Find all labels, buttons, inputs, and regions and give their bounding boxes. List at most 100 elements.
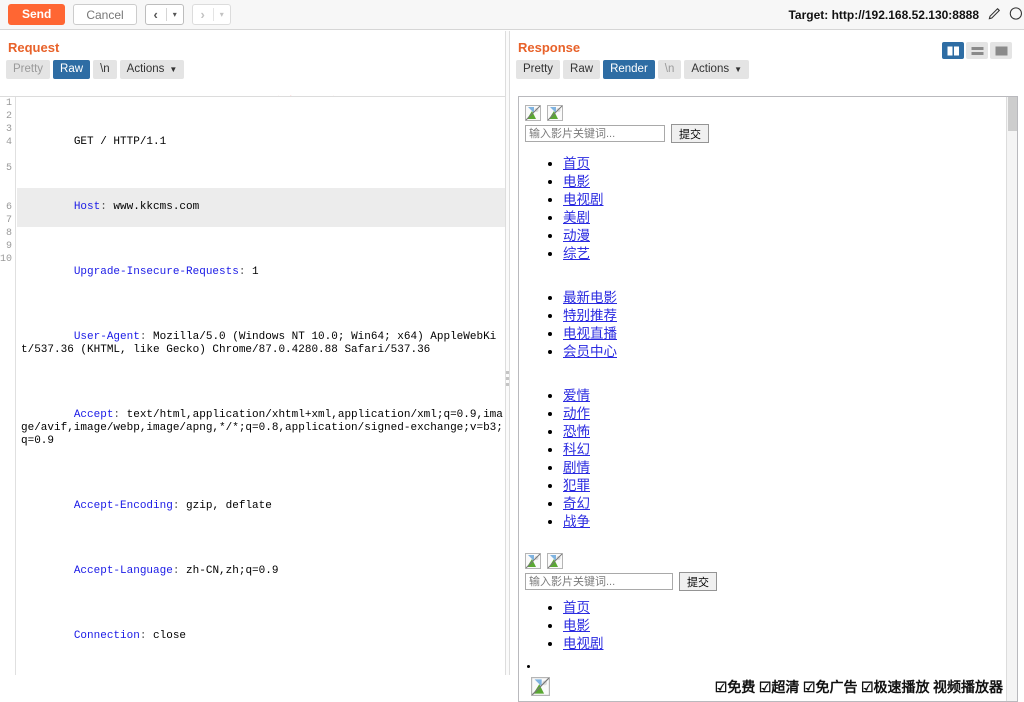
tab-response-newline[interactable]: \n bbox=[657, 60, 682, 79]
header-colon: : bbox=[100, 201, 114, 213]
nav-link[interactable]: 最新电影 bbox=[563, 290, 617, 305]
nav-link[interactable]: 电视剧 bbox=[563, 636, 604, 651]
header-value: www.kkcms.com bbox=[113, 201, 200, 213]
cancel-button[interactable]: Cancel bbox=[73, 4, 137, 25]
search-form: 提交 bbox=[525, 124, 1008, 143]
nav-link[interactable]: 电影 bbox=[563, 174, 590, 189]
nav-link[interactable]: 首页 bbox=[563, 156, 590, 171]
nav-link[interactable]: 爱情 bbox=[563, 388, 590, 403]
tab-request-newline[interactable]: \n bbox=[93, 60, 117, 79]
render-scrollbar[interactable] bbox=[1006, 97, 1017, 701]
line-number: 6 bbox=[5, 202, 12, 213]
rendered-page-content: 提交 首页 电影 电视剧 美剧 动漫 综艺 最新电影 特别推荐 电视直播 会员中… bbox=[519, 97, 1008, 701]
request-line: Accept: text/html,application/xhtml+xml,… bbox=[17, 396, 505, 461]
search-submit-button[interactable]: 提交 bbox=[671, 124, 709, 143]
list-item: 科幻 bbox=[563, 441, 1008, 459]
top-toolbar: Send Cancel ‹ ▾ › ▾ Target: http://192.1… bbox=[0, 0, 1024, 30]
broken-image-icon bbox=[525, 105, 541, 122]
primary-nav-list: 首页 电影 电视剧 美剧 动漫 综艺 bbox=[525, 155, 1008, 263]
list-item: 美剧 bbox=[563, 209, 1008, 227]
nav-link[interactable]: 动漫 bbox=[563, 228, 590, 243]
pencil-icon[interactable] bbox=[987, 6, 1002, 24]
line-number: 2 bbox=[5, 111, 12, 122]
nav-link[interactable]: 电视直播 bbox=[563, 326, 617, 341]
search-input[interactable] bbox=[525, 125, 665, 142]
single-pane-layout-button[interactable] bbox=[990, 42, 1012, 59]
request-raw-text[interactable]: GET / HTTP/1.1 Host: www.kkcms.com Upgra… bbox=[17, 97, 505, 675]
chevron-down-icon: ▼ bbox=[169, 64, 178, 74]
line-number: 4 bbox=[5, 137, 12, 148]
nav-link[interactable]: 奇幻 bbox=[563, 496, 590, 511]
nav-link[interactable]: 电影 bbox=[563, 618, 590, 633]
nav-link[interactable]: 犯罪 bbox=[563, 478, 590, 493]
tab-response-render[interactable]: Render bbox=[603, 60, 655, 79]
previous-request-button[interactable]: ‹ ▾ bbox=[144, 4, 184, 25]
list-item: 犯罪 bbox=[563, 477, 1008, 495]
line-number-spacer bbox=[0, 188, 15, 201]
tab-request-pretty[interactable]: Pretty bbox=[6, 60, 51, 79]
request-line: Upgrade-Insecure-Requests: 1 bbox=[17, 253, 505, 292]
header-name: Connection bbox=[73, 630, 140, 642]
request-body-editor[interactable]: 1 2 3 4 5 6 7 8 9 10 GET / HTTP/1.1 Host… bbox=[0, 96, 505, 675]
nav-link[interactable]: 恐怖 bbox=[563, 424, 590, 439]
tab-response-pretty[interactable]: Pretty bbox=[516, 60, 561, 79]
send-button[interactable]: Send bbox=[8, 4, 66, 25]
line-number-spacer bbox=[0, 149, 15, 162]
list-item bbox=[539, 661, 1008, 671]
broken-image-icon bbox=[525, 553, 541, 570]
chevron-right-icon: › bbox=[200, 7, 205, 22]
list-item: 电视剧 bbox=[563, 635, 1008, 653]
request-start-line: GET / HTTP/1.1 bbox=[73, 136, 167, 148]
header-name: Host bbox=[73, 201, 101, 213]
nav-link[interactable]: 特别推荐 bbox=[563, 308, 617, 323]
line-number: 7 bbox=[5, 215, 12, 226]
nav-link[interactable]: 电视剧 bbox=[563, 192, 604, 207]
list-item: 战争 bbox=[563, 513, 1008, 531]
line-number-gutter: 1 2 3 4 5 6 7 8 9 10 bbox=[0, 97, 16, 675]
nav-link[interactable]: 综艺 bbox=[563, 246, 590, 261]
nav-link[interactable]: 剧情 bbox=[563, 460, 590, 475]
header-colon: : bbox=[172, 565, 187, 577]
header-value: 1 bbox=[252, 266, 259, 278]
nav-link[interactable]: 动作 bbox=[563, 406, 590, 421]
help-circle-icon[interactable] bbox=[1008, 6, 1023, 24]
broken-image-icon bbox=[547, 105, 564, 122]
nav-link[interactable]: 会员中心 bbox=[563, 344, 617, 359]
tab-request-raw[interactable]: Raw bbox=[53, 60, 91, 79]
list-item: 电影 bbox=[563, 617, 1008, 635]
split-vertical-layout-button[interactable] bbox=[942, 42, 964, 59]
split-horizontal-layout-button[interactable] bbox=[966, 42, 988, 59]
next-request-button[interactable]: › ▾ bbox=[191, 4, 231, 25]
header-colon: : bbox=[139, 630, 154, 642]
empty-bullet-list bbox=[525, 661, 1008, 671]
chevron-down-icon[interactable]: ▾ bbox=[167, 5, 183, 24]
search-submit-button-secondary[interactable]: 提交 bbox=[679, 572, 717, 591]
chevron-down-icon[interactable]: ▾ bbox=[214, 5, 230, 24]
primary-nav-list-repeat: 首页 电影 电视剧 bbox=[525, 599, 1008, 653]
header-colon: : bbox=[113, 409, 127, 421]
list-item: 奇幻 bbox=[563, 495, 1008, 513]
nav-link[interactable]: 战争 bbox=[563, 514, 590, 529]
render-scrollbar-thumb[interactable] bbox=[1008, 97, 1017, 131]
list-item: 动漫 bbox=[563, 227, 1008, 245]
header-name: User-Agent bbox=[73, 331, 140, 343]
list-item: 会员中心 bbox=[563, 343, 1008, 361]
response-panel: Response Pretty Raw Render \n Actions ▼ bbox=[510, 31, 1024, 702]
tab-response-raw[interactable]: Raw bbox=[563, 60, 601, 79]
list-item: 动作 bbox=[563, 405, 1008, 423]
splitter-grip-icon[interactable] bbox=[506, 371, 509, 389]
request-panel-title: Request bbox=[8, 40, 60, 55]
request-line: Accept-Encoding: gzip, deflate bbox=[17, 487, 505, 526]
response-actions-menu[interactable]: Actions ▼ bbox=[684, 60, 750, 79]
request-line: User-Agent: Mozilla/5.0 (Windows NT 10.0… bbox=[17, 318, 505, 370]
line-number: 3 bbox=[5, 124, 12, 135]
list-item: 特别推荐 bbox=[563, 307, 1008, 325]
search-input-secondary[interactable] bbox=[525, 573, 673, 590]
nav-link[interactable]: 美剧 bbox=[563, 210, 590, 225]
request-line: Connection: close bbox=[17, 617, 505, 656]
genre-nav-list: 爱情 动作 恐怖 科幻 剧情 犯罪 奇幻 战争 bbox=[525, 387, 1008, 531]
nav-link[interactable]: 首页 bbox=[563, 600, 590, 615]
request-actions-menu[interactable]: Actions ▼ bbox=[119, 60, 185, 79]
search-form-secondary: 提交 bbox=[525, 572, 1008, 591]
nav-link[interactable]: 科幻 bbox=[563, 442, 590, 457]
